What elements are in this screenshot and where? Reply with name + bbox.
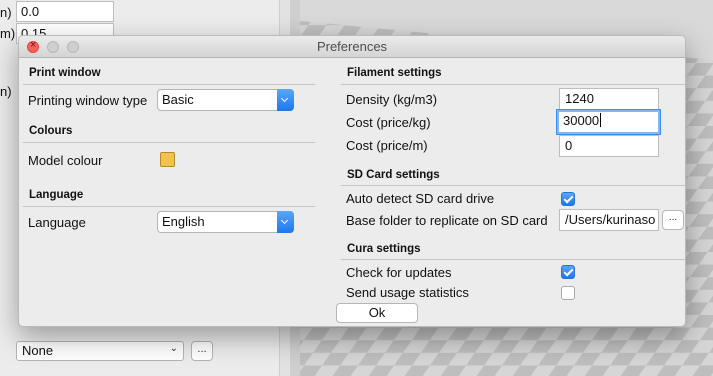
dialog-titlebar[interactable]: Preferences [19, 36, 685, 58]
field-label-fragment: n) [0, 5, 12, 20]
cost-per-m-field[interactable]: 0 [559, 135, 659, 157]
model-colour-swatch[interactable] [160, 152, 175, 167]
density-label: Density (kg/m3) [346, 92, 438, 107]
cost-per-kg-label: Cost (price/kg) [346, 115, 431, 130]
language-select[interactable]: English [157, 211, 294, 233]
section-divider [341, 259, 685, 260]
send-usage-label: Send usage statistics [346, 285, 469, 300]
print-window-heading: Print window [29, 67, 101, 79]
base-folder-label: Base folder to replicate on SD card [346, 213, 548, 228]
support-type-value: None [22, 343, 54, 358]
colours-heading: Colours [29, 125, 73, 137]
cost-per-kg-value: 30000 [563, 113, 600, 128]
base-folder-field[interactable]: /Users/kurinaso [559, 209, 659, 231]
check-updates-checkbox[interactable] [561, 265, 575, 279]
text-caret [600, 113, 602, 127]
cost-per-m-label: Cost (price/m) [346, 138, 428, 153]
density-field[interactable]: 1240 [559, 88, 659, 110]
section-divider [341, 185, 685, 186]
language-heading: Language [29, 189, 84, 201]
dialog-title: Preferences [316, 39, 388, 54]
printing-window-type-select[interactable]: Basic [157, 89, 294, 111]
browse-folder-button[interactable]: ... [662, 210, 684, 230]
auto-detect-sd-checkbox[interactable] [561, 192, 575, 206]
section-divider [23, 142, 315, 143]
chevron-down-icon [277, 89, 294, 111]
auto-detect-sd-label: Auto detect SD card drive [346, 191, 495, 206]
section-divider [23, 206, 315, 207]
cura-settings-heading: Cura settings [347, 243, 421, 255]
printing-window-type-label: Printing window type [28, 93, 148, 108]
sd-card-settings-heading: SD Card settings [347, 169, 440, 181]
check-updates-label: Check for updates [346, 265, 452, 280]
printing-window-type-value: Basic [162, 92, 194, 107]
language-value: English [162, 214, 205, 229]
section-divider [341, 84, 685, 85]
language-label: Language [28, 215, 86, 230]
field-label-fragment: m) [0, 26, 16, 41]
section-divider [23, 84, 315, 85]
support-more-button[interactable]: ... [191, 341, 213, 361]
send-usage-checkbox[interactable] [561, 286, 575, 300]
preferences-dialog: Preferences Print window Printing window… [18, 35, 686, 327]
filament-settings-heading: Filament settings [347, 67, 442, 79]
support-type-select[interactable]: None ⌄ [16, 341, 184, 361]
chevron-down-icon: ⌄ [169, 343, 178, 354]
ok-button[interactable]: Ok [336, 303, 418, 323]
model-colour-label: Model colour [28, 153, 103, 168]
field-label-fragment: n) [0, 84, 12, 99]
chevron-down-icon [277, 211, 294, 233]
layer-height-field[interactable]: 0.0 [16, 1, 114, 22]
cost-per-kg-field[interactable]: 30000 [557, 110, 660, 134]
